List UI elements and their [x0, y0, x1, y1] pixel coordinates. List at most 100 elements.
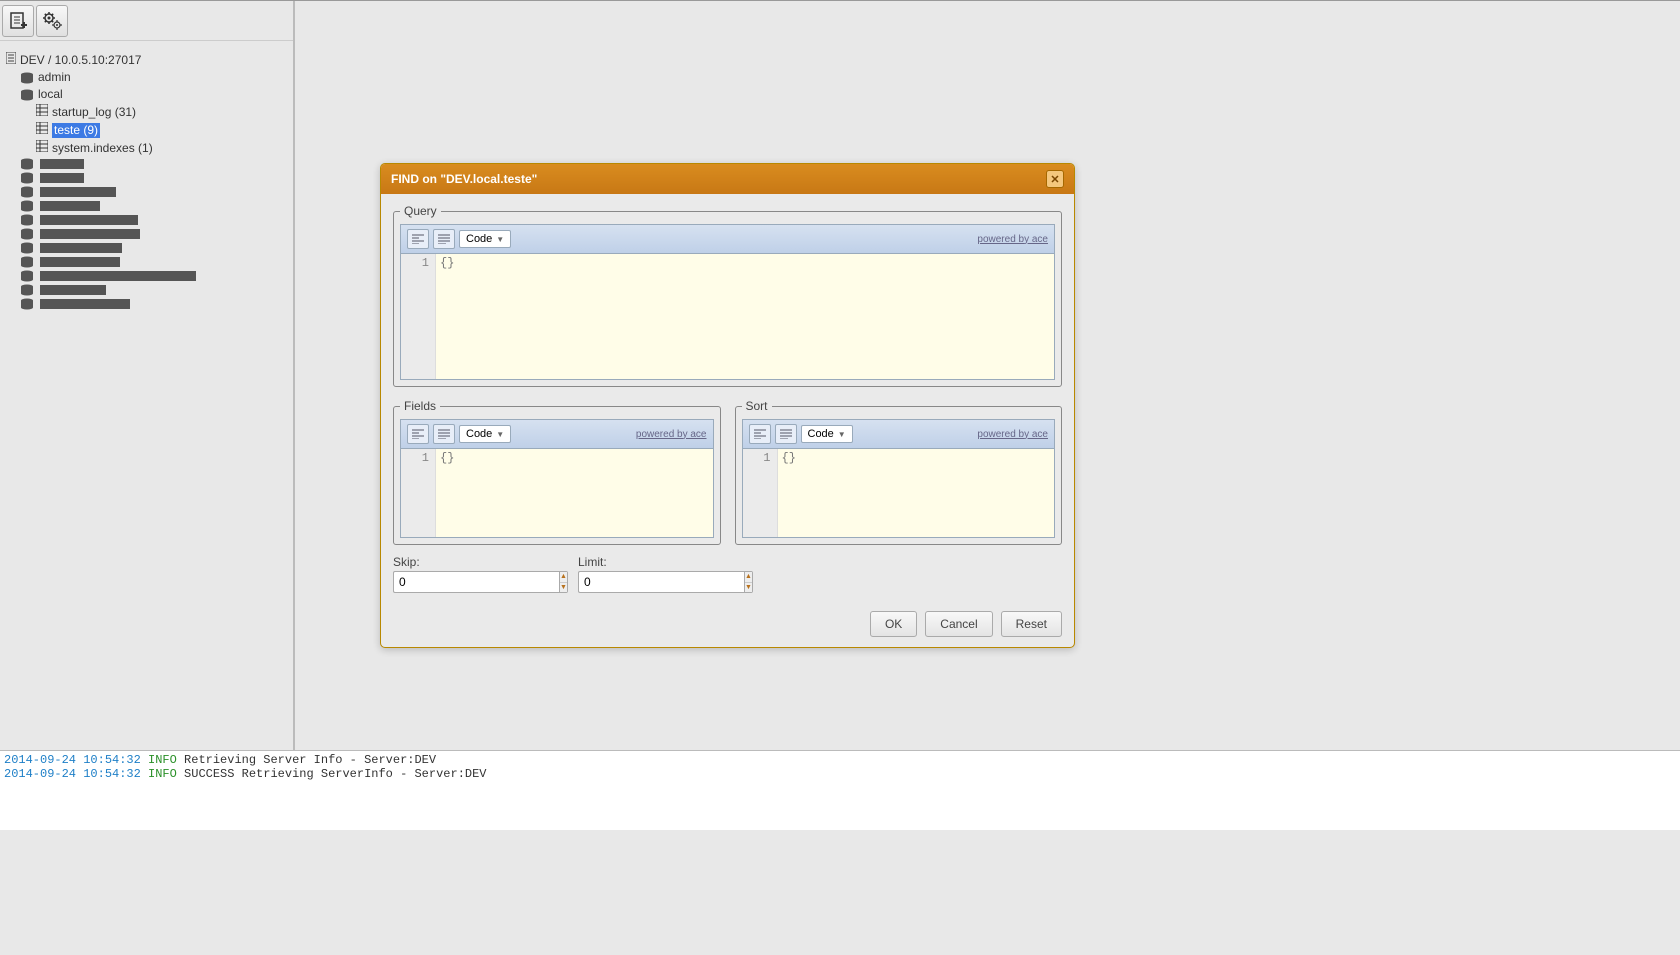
db-label: local: [38, 87, 63, 102]
skip-spin-down[interactable]: ▼: [560, 583, 567, 593]
log-line: 2014-09-24 10:54:32 INFO SUCCESS Retriev…: [4, 767, 1676, 781]
coll-label: startup_log (31): [52, 105, 136, 120]
redacted-label: [40, 285, 106, 295]
dialog-close-button[interactable]: ✕: [1046, 170, 1064, 188]
server-node[interactable]: DEV / 10.0.5.10:27017: [6, 51, 289, 69]
database-node-redacted[interactable]: [6, 283, 289, 297]
limit-spin-down[interactable]: ▼: [745, 583, 752, 593]
fields-fieldset: Fields Code▼ powered by ace 1 {}: [393, 399, 721, 545]
mode-select[interactable]: Code▼: [459, 230, 511, 248]
skip-spin-up[interactable]: ▲: [560, 572, 567, 583]
align-both-button[interactable]: [433, 229, 455, 249]
dialog-header[interactable]: FIND on "DEV.local.teste" ✕: [381, 164, 1074, 194]
redacted-label: [40, 173, 84, 183]
align-left-icon: [412, 429, 424, 439]
ok-button[interactable]: OK: [870, 611, 917, 637]
find-dialog: FIND on "DEV.local.teste" ✕ Query Code▼ …: [380, 163, 1075, 648]
redacted-label: [40, 187, 116, 197]
database-icon: [20, 89, 34, 101]
limit-spin-up[interactable]: ▲: [745, 572, 752, 583]
tree-view: DEV / 10.0.5.10:27017 admin local startu…: [0, 41, 293, 315]
powered-by-link[interactable]: powered by ace: [977, 234, 1048, 245]
mode-select[interactable]: Code▼: [801, 425, 853, 443]
code-text: {}: [440, 451, 454, 465]
skip-group: Skip: ▲ ▼: [393, 555, 558, 593]
cancel-button[interactable]: Cancel: [925, 611, 992, 637]
fields-legend: Fields: [400, 399, 440, 413]
database-node-local[interactable]: local: [6, 86, 289, 103]
code-text: {}: [782, 451, 796, 465]
database-node-redacted[interactable]: [6, 185, 289, 199]
add-document-icon: [8, 11, 28, 31]
collection-node[interactable]: startup_log (31): [6, 103, 289, 121]
reset-button[interactable]: Reset: [1001, 611, 1062, 637]
database-node-redacted[interactable]: [6, 157, 289, 171]
align-left-button[interactable]: [407, 229, 429, 249]
align-justify-icon: [780, 429, 792, 439]
limit-group: Limit: ▲ ▼: [578, 555, 743, 593]
redacted-label: [40, 201, 100, 211]
log-panel: 2014-09-24 10:54:32 INFO Retrieving Serv…: [0, 750, 1680, 830]
query-fieldset: Query Code▼ powered by ace 1 {}: [393, 204, 1062, 387]
server-label: DEV / 10.0.5.10:27017: [20, 53, 141, 68]
redacted-label: [40, 229, 140, 239]
query-editor: Code▼ powered by ace 1 {}: [400, 224, 1055, 380]
database-node-redacted[interactable]: [6, 213, 289, 227]
skip-input[interactable]: [393, 571, 559, 593]
database-icon: [20, 158, 34, 170]
code-text: {}: [440, 256, 454, 270]
sort-editor: Code▼ powered by ace 1 {}: [742, 419, 1056, 538]
line-gutter: 1: [401, 449, 436, 537]
database-icon: [20, 284, 34, 296]
powered-by-link[interactable]: powered by ace: [977, 429, 1048, 440]
align-justify-icon: [438, 429, 450, 439]
database-node-redacted[interactable]: [6, 297, 289, 311]
settings-button[interactable]: [36, 5, 68, 37]
align-both-button[interactable]: [433, 424, 455, 444]
redacted-label: [40, 257, 120, 267]
fields-code-area[interactable]: 1 {}: [401, 449, 713, 537]
database-node-redacted[interactable]: [6, 269, 289, 283]
database-node-redacted[interactable]: [6, 171, 289, 185]
caret-down-icon: ▼: [838, 430, 846, 439]
line-gutter: 1: [401, 254, 436, 379]
align-left-button[interactable]: [749, 424, 771, 444]
log-line: 2014-09-24 10:54:32 INFO Retrieving Serv…: [4, 753, 1676, 767]
close-icon: ✕: [1050, 173, 1059, 186]
limit-label: Limit:: [578, 555, 743, 569]
database-icon: [20, 256, 34, 268]
powered-by-link[interactable]: powered by ace: [636, 429, 707, 440]
database-node-admin[interactable]: admin: [6, 69, 289, 86]
database-node-redacted[interactable]: [6, 255, 289, 269]
database-icon: [20, 186, 34, 198]
database-icon: [20, 172, 34, 184]
gears-icon: [41, 10, 63, 32]
skip-label: Skip:: [393, 555, 558, 569]
sidebar-toolbar: [0, 1, 293, 41]
database-node-redacted[interactable]: [6, 241, 289, 255]
redacted-label: [40, 271, 196, 281]
coll-label: system.indexes (1): [52, 141, 153, 156]
database-node-redacted[interactable]: [6, 199, 289, 213]
add-server-button[interactable]: [2, 5, 34, 37]
query-code-area[interactable]: 1 {}: [401, 254, 1054, 379]
database-node-redacted[interactable]: [6, 227, 289, 241]
collection-node-selected[interactable]: teste (9): [6, 121, 289, 139]
sidebar: DEV / 10.0.5.10:27017 admin local startu…: [0, 1, 295, 750]
align-left-icon: [754, 429, 766, 439]
collection-node[interactable]: system.indexes (1): [6, 139, 289, 157]
coll-label: teste (9): [52, 123, 100, 138]
limit-input[interactable]: [578, 571, 744, 593]
mode-select[interactable]: Code▼: [459, 425, 511, 443]
align-left-button[interactable]: [407, 424, 429, 444]
database-icon: [20, 214, 34, 226]
redacted-label: [40, 215, 138, 225]
db-label: admin: [38, 70, 71, 85]
redacted-label: [40, 159, 84, 169]
database-icon: [20, 270, 34, 282]
sort-legend: Sort: [742, 399, 772, 413]
align-both-button[interactable]: [775, 424, 797, 444]
database-icon: [20, 298, 34, 310]
sort-code-area[interactable]: 1 {}: [743, 449, 1055, 537]
sort-fieldset: Sort Code▼ powered by ace 1 {}: [735, 399, 1063, 545]
